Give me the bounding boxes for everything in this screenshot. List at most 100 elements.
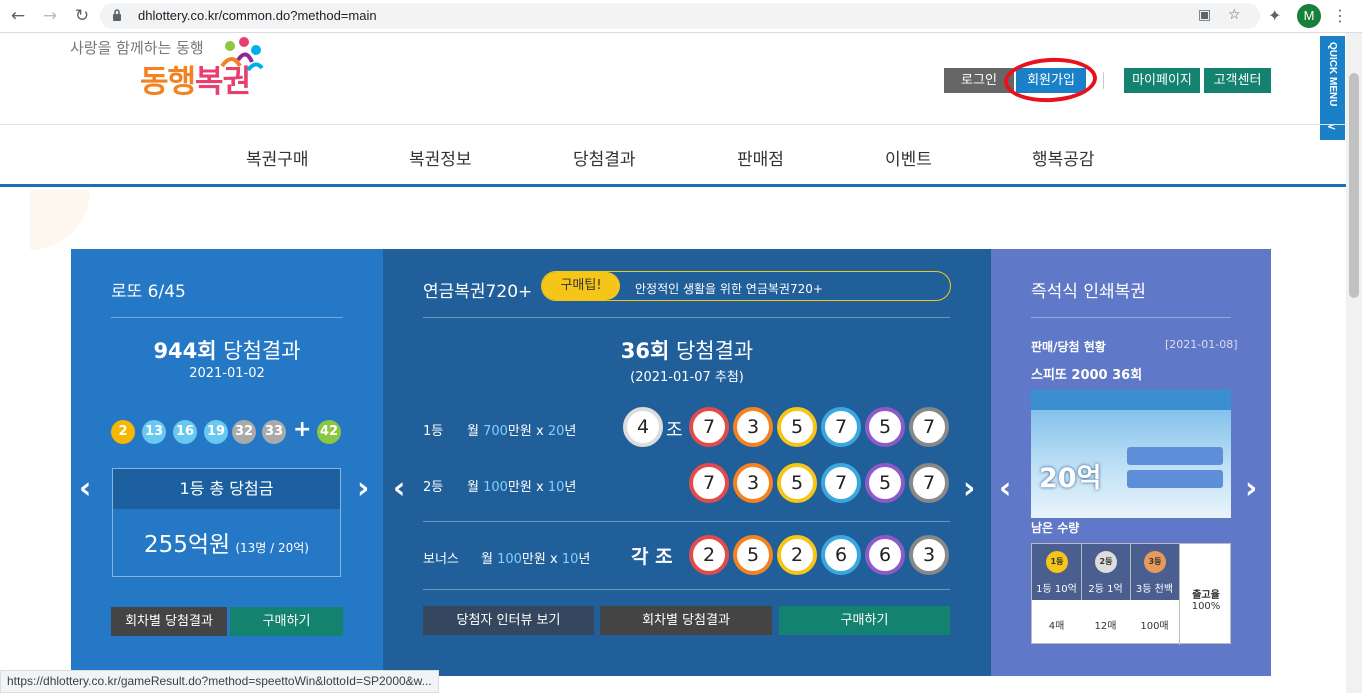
reload-icon[interactable]: ↻: [72, 6, 92, 26]
pension-ball: 5: [733, 535, 773, 575]
instant-prev-arrow-icon[interactable]: ‹: [999, 471, 1011, 506]
nav-item-results[interactable]: 당첨결과: [573, 145, 636, 170]
instant-remaining-table: 1등 2등 3등 1등 10억 2등 1억 3등 천백 4매 12매 100매 …: [1031, 543, 1231, 645]
pension-round: 36회: [620, 339, 670, 363]
address-bar[interactable]: dhlottery.co.kr/common.do?method=main ▣ …: [100, 3, 1260, 29]
lotto-bonus-ball: 42: [317, 420, 341, 444]
pension-prev-arrow-icon[interactable]: ‹: [393, 471, 405, 506]
prize-remaining: 12매: [1094, 621, 1117, 632]
main-nav: 복권구매 복권정보 당첨결과 판매점 이벤트 행복공감: [0, 124, 1346, 187]
forward-icon[interactable]: →: [40, 6, 60, 26]
medal-1-icon: 1등: [1046, 551, 1068, 573]
lotto-panel: 로또 6/45 944회 당첨결과 2021-01-02 2 13 16 19 …: [71, 249, 383, 676]
lotto-plus: +: [293, 417, 312, 442]
pension-first-desc-c: 년: [564, 424, 577, 439]
medal-3-icon: 3등: [1144, 551, 1166, 573]
ship-rate-label: 출고율: [1192, 590, 1220, 601]
lotto-prev-arrow-icon[interactable]: ‹: [79, 471, 91, 506]
pension-divider-bottom: [423, 589, 950, 590]
pension-ball: 7: [689, 463, 729, 503]
pension-ball: 3: [733, 463, 773, 503]
pension-bonus-desc-a: 월: [481, 552, 498, 567]
lotto-buy-button[interactable]: 구매하기: [230, 607, 343, 636]
pension-ball: 7: [821, 463, 861, 503]
header-divider: [1103, 72, 1104, 89]
pension-group-suffix: 조: [666, 420, 683, 441]
pension-ball: 5: [865, 407, 905, 447]
pension-panel: 연금복권720+ 구매팁! 안정적인 생활을 위한 연금복권720+ 36회 당…: [383, 249, 991, 676]
pension-ball: 5: [865, 463, 905, 503]
pension-round-heading: 36회 당첨결과: [383, 335, 991, 365]
ticket-amount: 20억: [1039, 463, 1102, 494]
page-scrollbar[interactable]: [1346, 33, 1362, 693]
background-decoration: [30, 190, 90, 250]
pension-bonus-rank: 보너스: [423, 552, 459, 567]
mypage-button[interactable]: 마이페이지: [1124, 68, 1200, 93]
pension-tip-box: 구매팁! 안정적인 생활을 위한 연금복권720+: [541, 271, 951, 301]
pension-next-arrow-icon[interactable]: ›: [963, 471, 975, 506]
pension-buy-button[interactable]: 구매하기: [779, 606, 950, 635]
ticket-prize-row: [1127, 470, 1223, 488]
pension-divider-top: [423, 317, 950, 318]
pension-first-rank: 1등: [423, 424, 444, 439]
pension-ball: 7: [909, 407, 949, 447]
lotto-prize-amount: 255억원: [144, 532, 231, 558]
extensions-icon[interactable]: ✦: [1268, 6, 1281, 25]
nav-item-stores[interactable]: 판매점: [737, 145, 784, 170]
pension-ball: 5: [777, 407, 817, 447]
lotto-ball: 16: [173, 420, 197, 444]
nav-item-buy[interactable]: 복권구매: [246, 145, 309, 170]
prize-remaining: 100매: [1140, 621, 1169, 632]
cast-icon[interactable]: ▣: [1198, 7, 1211, 23]
pension-group-ball: 4: [623, 407, 663, 447]
pension-ball: 2: [777, 535, 817, 575]
pension-bonus-desc-b: 만원 x: [521, 552, 562, 567]
instant-status-label: 판매/당첨 현황: [1031, 340, 1106, 354]
pension-second-years: 10: [547, 480, 565, 495]
lotto-round-heading: 944회 당첨결과: [71, 335, 383, 365]
lotto-prize-box: 1등 총 당첨금 255억원 (13명 / 20억): [112, 468, 341, 577]
pension-bonus-desc-c: 년: [578, 552, 591, 567]
pension-first-desc: 월 700만원 x 20년: [467, 420, 576, 439]
pension-tip-badge: 구매팁!: [542, 272, 620, 300]
ticket-header-band: [1031, 390, 1231, 410]
ship-rate-value: 100%: [1191, 601, 1221, 612]
lotto-round-suffix: 당첨결과: [216, 339, 301, 363]
nav-item-events[interactable]: 이벤트: [885, 145, 932, 170]
lock-icon: [113, 9, 121, 21]
pension-interview-button[interactable]: 당첨자 인터뷰 보기: [423, 606, 594, 635]
lotto-ball: 32: [232, 420, 256, 444]
scrollbar-thumb[interactable]: [1349, 73, 1359, 298]
lotto-next-arrow-icon[interactable]: ›: [357, 471, 369, 506]
more-menu-icon[interactable]: ⋮: [1332, 6, 1348, 25]
instant-status-date: [2021-01-08]: [1165, 338, 1238, 351]
pension-first-amount: 700: [483, 424, 508, 439]
pension-bonus-group: 각 조: [631, 546, 673, 568]
lotto-ball: 19: [204, 420, 228, 444]
medal-2-icon: 2등: [1095, 551, 1117, 573]
lotto-results-button[interactable]: 회차별 당첨결과: [111, 607, 227, 636]
pension-second-desc-b: 만원 x: [507, 480, 548, 495]
support-button[interactable]: 고객센터: [1204, 68, 1271, 93]
prize-label: 3등 천백: [1135, 584, 1174, 595]
site-slogan: 사랑을 함께하는 동행: [70, 39, 204, 57]
nav-item-info[interactable]: 복권정보: [409, 145, 472, 170]
bookmark-star-icon[interactable]: ☆: [1228, 7, 1241, 23]
pension-title: 연금복권720+: [423, 282, 533, 302]
pension-ball: 2: [689, 535, 729, 575]
nav-item-happiness[interactable]: 행복공감: [1032, 145, 1095, 170]
instant-next-arrow-icon[interactable]: ›: [1245, 471, 1257, 506]
instant-ticket-image[interactable]: 20억: [1031, 390, 1231, 518]
instant-divider: [1031, 317, 1231, 318]
pension-first-desc-b: 만원 x: [507, 424, 548, 439]
pension-results-button[interactable]: 회차별 당첨결과: [600, 606, 772, 635]
back-icon[interactable]: ←: [8, 6, 28, 26]
lotto-round: 944회: [153, 339, 217, 363]
pension-bonus-amount: 100: [497, 552, 522, 567]
quick-menu-label: QUICK MENU: [1327, 42, 1338, 107]
pension-divider-mid: [423, 521, 950, 522]
profile-avatar[interactable]: M: [1297, 4, 1321, 28]
logo-text-a: 동행: [140, 64, 196, 100]
pension-second-desc-a: 월: [467, 480, 484, 495]
prize-label: 2등 1억: [1088, 584, 1123, 595]
